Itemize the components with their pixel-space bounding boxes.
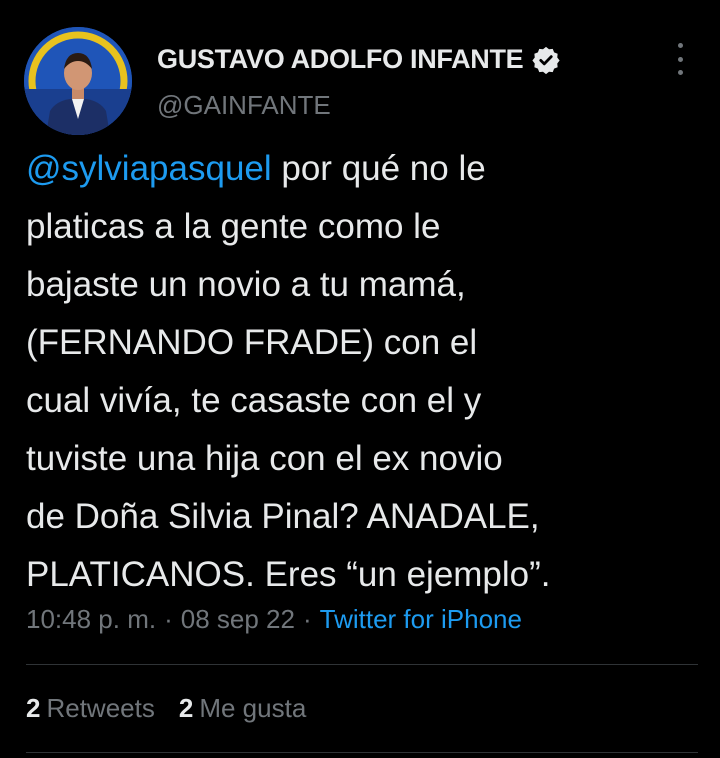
tweet-text: @sylviapasquel por qué no le platicas a … — [26, 140, 698, 604]
tweet-stats: 2 Retweets 2 Me gusta — [26, 693, 306, 724]
profile-avatar[interactable] — [24, 27, 132, 135]
meta-separator: · — [302, 604, 312, 634]
tweet-line-1: @sylviapasquel por qué no le — [26, 140, 698, 198]
user-name-row: GUSTAVO ADOLFO INFANTE — [157, 44, 561, 75]
meta-separator: · — [164, 604, 173, 634]
tweet-line-6: tuviste una hija con el ex novio — [26, 439, 503, 478]
likes-label: Me gusta — [199, 693, 307, 723]
tweet-line-3: bajaste un novio a tu mamá, — [26, 265, 466, 304]
tweet-line-5: cual vivía, te casaste con el y — [26, 381, 482, 420]
tweet-line-2: platicas a la gente como le — [26, 207, 441, 246]
tweet-line-4: (FERNANDO FRADE) con el — [26, 323, 478, 362]
retweets-stat[interactable]: 2 Retweets — [26, 693, 155, 724]
likes-count: 2 — [178, 693, 194, 723]
more-dot — [677, 70, 683, 75]
retweets-label: Retweets — [46, 693, 155, 723]
more-options-icon[interactable] — [668, 43, 692, 75]
more-dot — [677, 43, 683, 48]
tweet-line-7: de Doña Silvia Pinal? ANADALE, — [26, 497, 540, 536]
retweets-count: 2 — [26, 693, 41, 723]
avatar-image — [24, 27, 132, 135]
tweet-source-link[interactable]: Twitter for iPhone — [320, 604, 522, 634]
divider — [26, 664, 698, 665]
tweet-time[interactable]: 10:48 p. m. — [26, 604, 156, 634]
display-name[interactable]: GUSTAVO ADOLFO INFANTE — [157, 44, 524, 75]
likes-stat[interactable]: 2 Me gusta — [179, 693, 306, 724]
tweet-meta: 10:48 p. m. · 08 sep 22 · Twitter for iPhone — [26, 604, 522, 635]
tweet-detail: GUSTAVO ADOLFO INFANTE @GAINFANTE @sylvi… — [0, 0, 720, 758]
mention-link[interactable]: @sylviapasquel — [26, 149, 272, 188]
more-dot — [677, 56, 683, 62]
divider — [26, 752, 698, 753]
tweet-date[interactable]: 08 sep 22 — [181, 604, 295, 634]
tweet-line-text: por qué no le — [271, 149, 486, 188]
user-handle[interactable]: @GAINFANTE — [157, 90, 331, 121]
verified-badge-icon — [531, 45, 561, 75]
tweet-line-8: PLATICANOS. Eres “un ejemplo”. — [26, 555, 551, 594]
